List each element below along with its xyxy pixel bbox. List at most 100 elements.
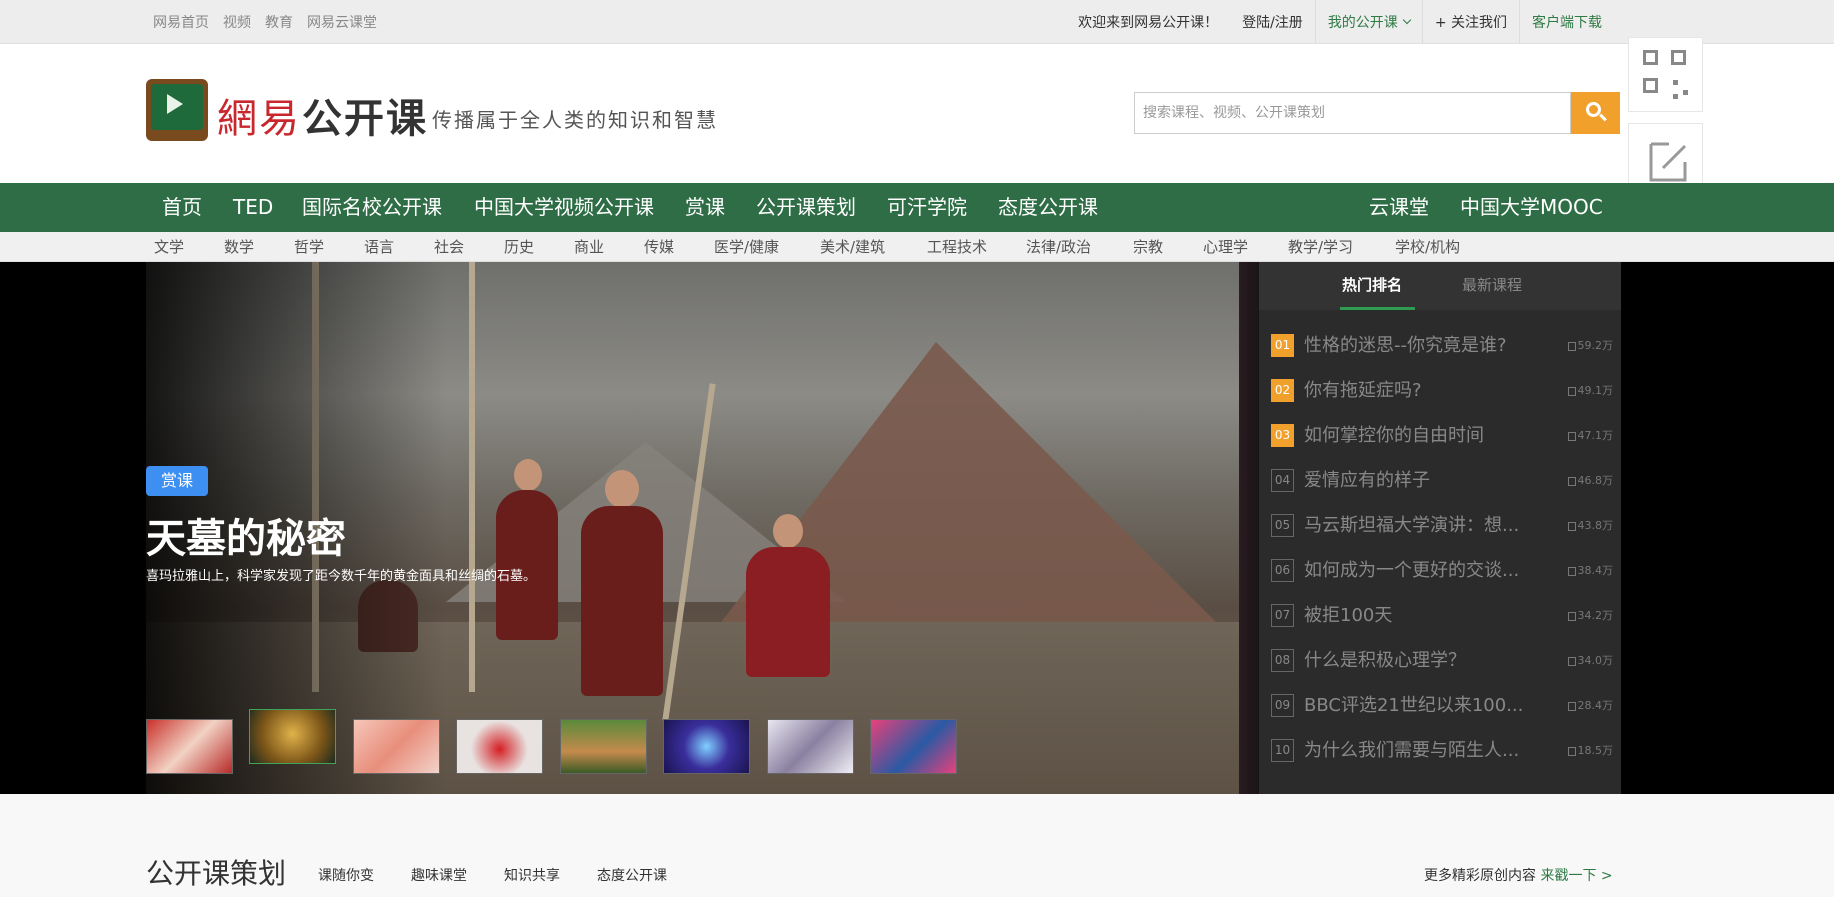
category-religion[interactable]: 宗教 [1133, 232, 1163, 262]
ranking-item[interactable]: 09 BBC评选21世纪以来100... 28.4万 [1271, 692, 1613, 737]
link-education[interactable]: 教育 [265, 12, 293, 32]
section-link-attitude[interactable]: 态度公开课 [597, 865, 667, 885]
search-input[interactable]: 搜索课程、视频、公开课策划 [1134, 92, 1571, 134]
ranking-item[interactable]: 08 什么是积极心理学？ 34.0万 [1271, 647, 1613, 692]
ranking-item[interactable]: 10 为什么我们需要与陌生人... 18.5万 [1271, 737, 1613, 782]
top-bar: 网易首页 视频 教育 网易云课堂 欢迎来到网易公开课！ 登陆/注册 我的公开课 … [0, 0, 1834, 44]
ranking-item[interactable]: 02 你有拖延症吗? 49.1万 [1271, 377, 1613, 422]
nav-item-ted[interactable]: TED [233, 183, 273, 232]
rank-number: 07 [1271, 604, 1294, 627]
carousel-thumb[interactable] [560, 719, 647, 774]
nav-item-cn-university[interactable]: 中国大学视频公开课 [474, 183, 654, 232]
category-language[interactable]: 语言 [364, 232, 394, 262]
rank-title[interactable]: 什么是积极心理学？ [1304, 647, 1466, 674]
category-history[interactable]: 历史 [504, 232, 534, 262]
section-link-fun-class[interactable]: 趣味课堂 [411, 865, 467, 885]
play-icon [1567, 386, 1576, 396]
link-163-home[interactable]: 网易首页 [153, 12, 209, 32]
link-video[interactable]: 视频 [223, 12, 251, 32]
banner-tag[interactable]: 赏课 [146, 466, 208, 496]
rank-number: 09 [1271, 694, 1294, 717]
rank-title[interactable]: 性格的迷思--你究竟是谁? [1304, 332, 1507, 359]
ranking-item[interactable]: 07 被拒100天 34.2万 [1271, 602, 1613, 647]
category-math[interactable]: 数学 [224, 232, 254, 262]
category-psychology[interactable]: 心理学 [1203, 232, 1248, 262]
tab-hot-ranking[interactable]: 热门排名 [1342, 262, 1402, 310]
view-count: 43.8万 [1567, 512, 1613, 539]
category-business[interactable]: 商业 [574, 232, 604, 262]
view-count: 49.1万 [1567, 377, 1613, 404]
category-engineering[interactable]: 工程技术 [927, 232, 987, 262]
qr-code-button[interactable] [1628, 37, 1703, 112]
ranking-tabs: 热门排名 最新课程 [1259, 262, 1621, 310]
section-title: 公开课策划 [146, 857, 287, 890]
carousel-thumb[interactable] [146, 719, 233, 774]
nav-item-cloud-class[interactable]: 云课堂 [1369, 183, 1429, 232]
ranking-item[interactable]: 06 如何成为一个更好的交谈... 38.4万 [1271, 557, 1613, 602]
rank-title[interactable]: BBC评选21世纪以来100... [1304, 692, 1523, 719]
rank-title[interactable]: 马云斯坦福大学演讲：想... [1304, 512, 1519, 539]
nav-item-attitude[interactable]: 态度公开课 [998, 183, 1098, 232]
slogan: 传播属于全人类的知识和智慧 [432, 108, 718, 132]
logo-icon[interactable] [146, 79, 208, 141]
carousel-thumb[interactable] [870, 719, 957, 774]
search-button[interactable] [1571, 92, 1620, 134]
nav-item-intl-courses[interactable]: 国际名校公开课 [302, 183, 442, 232]
play-icon [1567, 656, 1576, 666]
more-content-link[interactable]: 来戳一下 > [1540, 868, 1612, 884]
ranking-item[interactable]: 03 如何掌控你的自由时间 47.1万 [1271, 422, 1613, 467]
play-icon [1567, 341, 1576, 351]
rank-title[interactable]: 你有拖延症吗? [1304, 377, 1422, 404]
category-teaching[interactable]: 教学/学习 [1288, 232, 1353, 262]
more-content-text: 更多精彩原创内容 [1424, 868, 1536, 884]
rank-number: 05 [1271, 514, 1294, 537]
link-study-cloud[interactable]: 网易云课堂 [307, 12, 377, 32]
view-count: 59.2万 [1567, 332, 1613, 359]
carousel-thumb-active[interactable] [249, 709, 336, 764]
banner-title[interactable]: 天墓的秘密 [146, 506, 346, 564]
ranking-item[interactable]: 01 性格的迷思--你究竟是谁? 59.2万 [1271, 332, 1613, 377]
login-register-link[interactable]: 登陆/注册 [1230, 0, 1315, 44]
nav-item-planning[interactable]: 公开课策划 [756, 183, 856, 232]
category-schools[interactable]: 学校/机构 [1395, 232, 1460, 262]
section-link-knowledge[interactable]: 知识共享 [504, 865, 560, 885]
section-link-course[interactable]: 课随你变 [318, 865, 374, 885]
rank-title[interactable]: 为什么我们需要与陌生人... [1304, 737, 1519, 764]
my-course-menu[interactable]: 我的公开课 [1314, 0, 1422, 44]
logo-text-brand[interactable]: 網易 [217, 86, 301, 144]
category-law[interactable]: 法律/政治 [1026, 232, 1091, 262]
ranking-item[interactable]: 05 马云斯坦福大学演讲：想... 43.8万 [1271, 512, 1613, 557]
welcome-text: 欢迎来到网易公开课！ [1078, 15, 1219, 31]
nav-item-khan[interactable]: 可汗学院 [887, 183, 967, 232]
client-download-link[interactable]: 客户端下载 [1519, 0, 1614, 44]
carousel-thumb[interactable] [663, 719, 750, 774]
category-literature[interactable]: 文学 [154, 232, 184, 262]
play-icon [1567, 611, 1576, 621]
play-icon [1567, 566, 1576, 576]
play-icon [1567, 701, 1576, 711]
category-art[interactable]: 美术/建筑 [820, 232, 885, 262]
rank-title[interactable]: 如何掌控你的自由时间 [1304, 422, 1484, 449]
rank-title[interactable]: 被拒100天 [1304, 602, 1392, 629]
nav-item-home[interactable]: 首页 [162, 183, 202, 232]
logo-text-product[interactable]: 公开课 [302, 86, 428, 144]
play-icon [1567, 746, 1576, 756]
category-nav: 文学 数学 哲学 语言 社会 历史 商业 传媒 医学/健康 美术/建筑 工程技术… [0, 232, 1834, 262]
qr-code-icon [1643, 50, 1658, 65]
carousel-thumb[interactable] [456, 719, 543, 774]
nav-item-shangke[interactable]: 赏课 [685, 183, 725, 232]
category-philosophy[interactable]: 哲学 [294, 232, 324, 262]
rank-title[interactable]: 如何成为一个更好的交谈... [1304, 557, 1519, 584]
top-left-links: 网易首页 视频 教育 网易云课堂 [153, 0, 377, 44]
category-society[interactable]: 社会 [434, 232, 464, 262]
category-media[interactable]: 传媒 [644, 232, 674, 262]
ranking-item[interactable]: 04 爱情应有的样子 46.8万 [1271, 467, 1613, 512]
rank-title[interactable]: 爱情应有的样子 [1304, 467, 1430, 494]
tab-latest-courses[interactable]: 最新课程 [1462, 262, 1522, 310]
nav-item-mooc[interactable]: 中国大学MOOC [1460, 183, 1603, 232]
banner-description: 喜玛拉雅山上，科学家发现了距今数千年的黄金面具和丝绸的石墓。 [146, 569, 537, 584]
category-medicine[interactable]: 医学/健康 [714, 232, 779, 262]
follow-us-link[interactable]: + 关注我们 [1421, 0, 1519, 44]
carousel-thumb[interactable] [767, 719, 854, 774]
carousel-thumb[interactable] [353, 719, 440, 774]
